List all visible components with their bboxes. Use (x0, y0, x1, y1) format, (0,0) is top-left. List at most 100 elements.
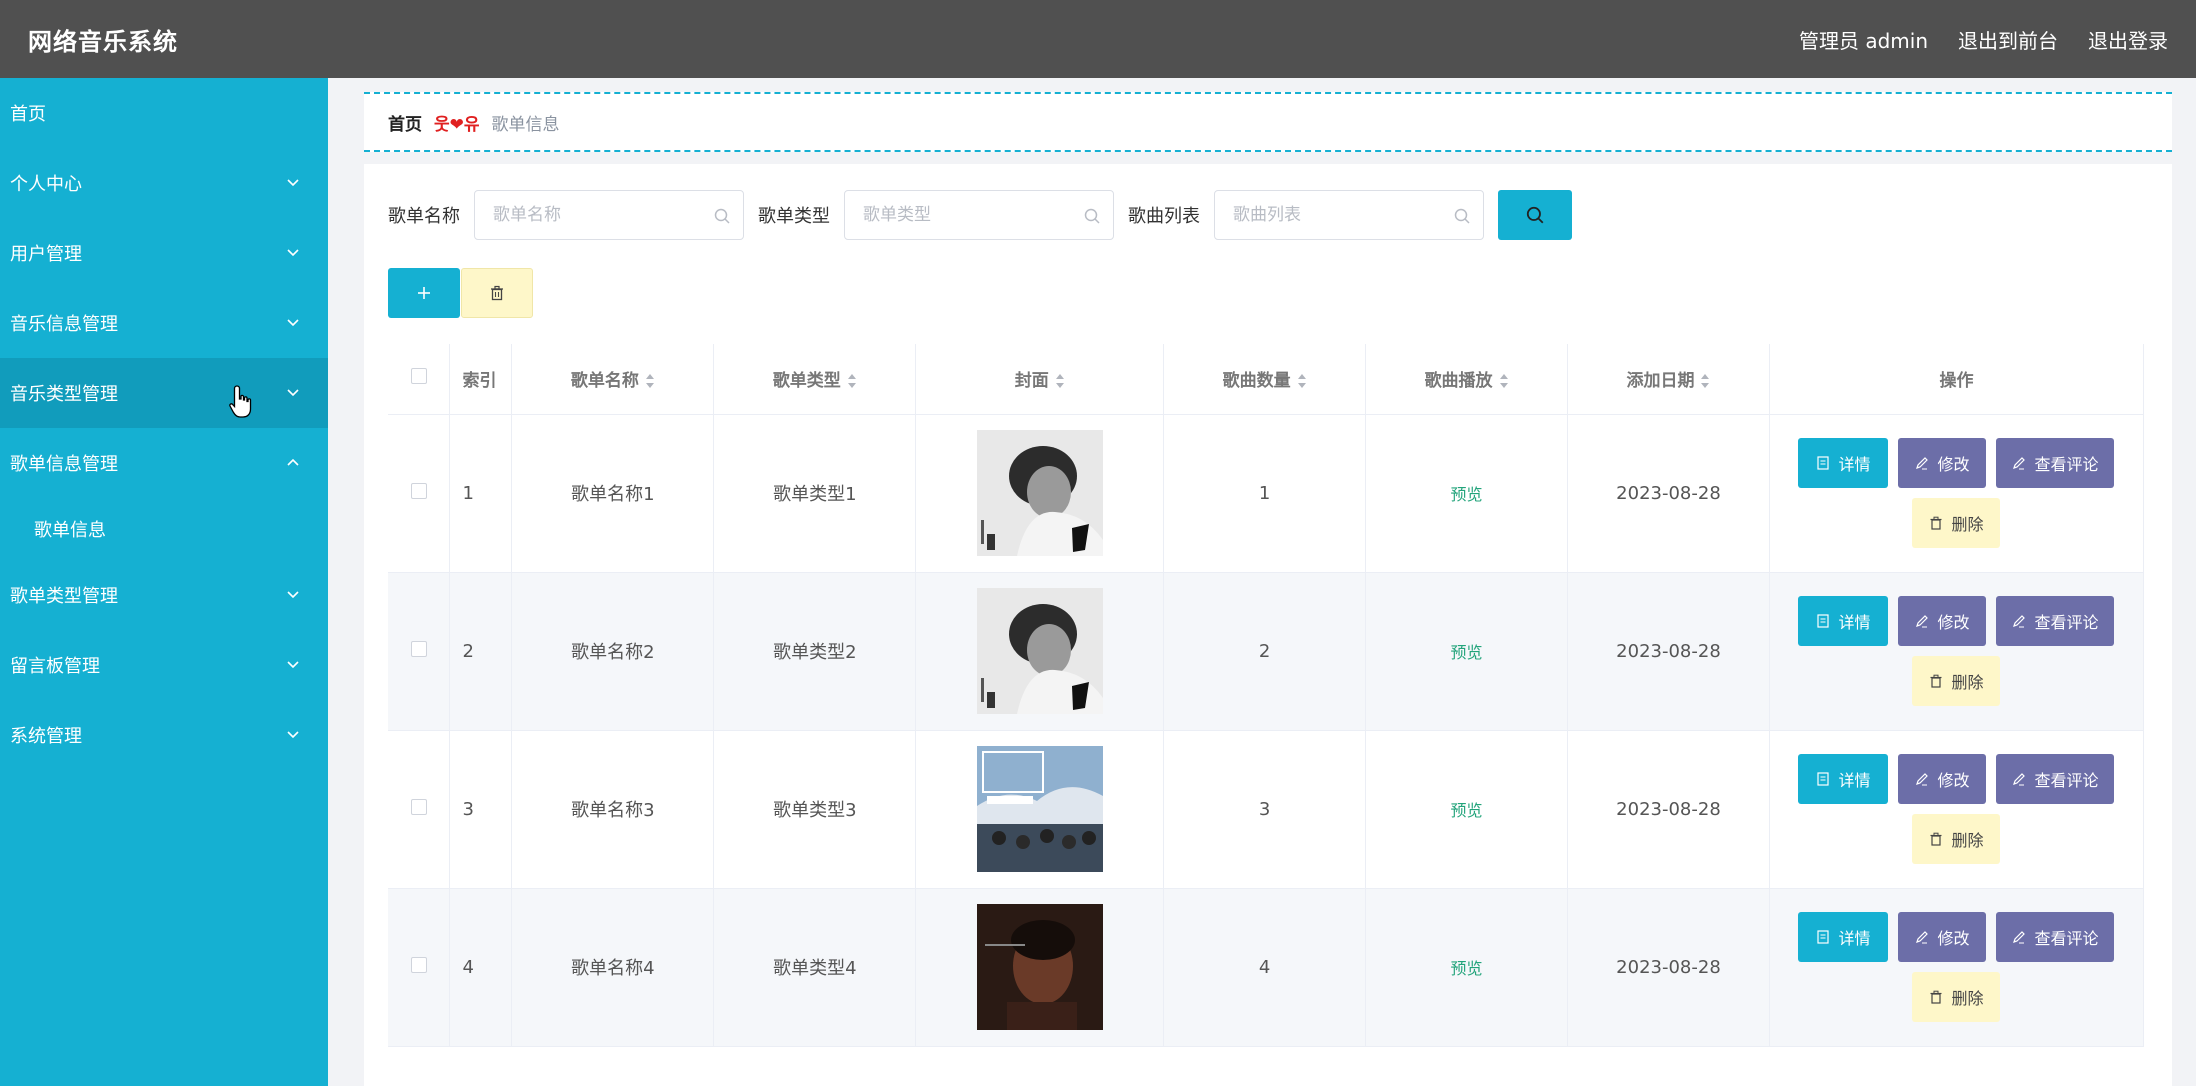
playlist-table: 索引 歌单名称 歌单类型 封面 歌曲数量 歌曲播放 添加日期 操作 1 歌单名称… (388, 344, 2145, 1047)
row-playlist-type: 歌单类型1 (713, 414, 917, 573)
breadcrumb: 首页 웃❤유 歌单信息 (364, 92, 2172, 152)
delete-label: 删除 (1951, 989, 1984, 1008)
chevron-down-icon (287, 179, 299, 187)
document-icon (1817, 930, 1830, 944)
sidebar-item-music-info[interactable]: 音乐信息管理 (0, 288, 328, 358)
sidebar-item-home[interactable]: 首页 (0, 78, 328, 148)
search-button[interactable] (1498, 190, 1572, 240)
edit-button[interactable]: 修改 (1898, 754, 1987, 804)
detail-button[interactable]: 详情 (1798, 754, 1889, 804)
add-button[interactable] (388, 268, 460, 318)
document-icon (1817, 772, 1830, 786)
column-title: 封面 (1014, 371, 1049, 392)
preview-link[interactable]: 预览 (1451, 643, 1483, 662)
sidebar-item-user-management[interactable]: 用户管理 (0, 218, 328, 288)
search-form: 歌单名称 歌单类型 歌曲列表 (388, 190, 1572, 240)
row-checkbox[interactable] (410, 798, 427, 815)
row-checkbox[interactable] (410, 640, 427, 657)
trash-icon (1930, 674, 1942, 688)
row-play-cell: 预览 (1365, 730, 1569, 889)
row-song-count: 4 (1163, 888, 1367, 1047)
sidebar-item-label: 音乐信息管理 (10, 314, 118, 335)
delete-label: 删除 (1951, 515, 1984, 534)
sort-icon (645, 374, 654, 389)
view-comments-button[interactable]: 查看评论 (1996, 438, 2115, 488)
detail-button[interactable]: 详情 (1798, 912, 1889, 962)
pencil-icon (1916, 457, 1929, 470)
edit-button[interactable]: 修改 (1898, 912, 1987, 962)
bulk-delete-button[interactable] (461, 268, 533, 318)
pencil-icon (1916, 773, 1929, 786)
top-bar: 网络音乐系统 管理员 admin 退出到前台 退出登录 (0, 0, 2196, 78)
edit-button[interactable]: 修改 (1898, 438, 1987, 488)
pencil-icon (1916, 615, 1929, 628)
row-select-cell (388, 572, 451, 731)
row-checkbox[interactable] (410, 482, 427, 499)
row-date: 2023-08-28 (1567, 888, 1770, 1047)
view-comments-button[interactable]: 查看评论 (1996, 912, 2115, 962)
view-comments-button[interactable]: 查看评论 (1996, 596, 2115, 646)
playlist-name-input[interactable] (475, 191, 743, 239)
delete-button[interactable]: 删除 (1912, 814, 2001, 864)
detail-label: 详情 (1838, 613, 1871, 632)
view-comments-label: 查看评论 (2034, 929, 2099, 948)
column-header-actions: 操作 (1769, 344, 2145, 415)
column-header-play[interactable]: 歌曲播放 (1365, 344, 1569, 415)
sort-icon (1701, 374, 1710, 389)
sidebar-subitem-playlist-info[interactable]: 歌单信息 (0, 498, 328, 560)
column-header-date[interactable]: 添加日期 (1567, 344, 1770, 415)
sidebar-item-playlist-info[interactable]: 歌单信息管理 (0, 428, 328, 498)
row-actions: 详情 修改 查看评论 删除 (1769, 572, 2145, 731)
sidebar-item-system[interactable]: 系统管理 (0, 700, 328, 770)
column-title: 歌曲数量 (1222, 371, 1291, 392)
row-playlist-type: 歌单类型3 (713, 730, 917, 889)
cover-image[interactable] (976, 904, 1103, 1030)
view-comments-label: 查看评论 (2034, 455, 2099, 474)
preview-link[interactable]: 预览 (1451, 801, 1483, 820)
row-cover-cell (915, 572, 1165, 731)
hand-cursor-icon (229, 385, 252, 418)
sidebar-item-music-type[interactable]: 音乐类型管理 (0, 358, 328, 428)
preview-link[interactable]: 预览 (1451, 485, 1483, 504)
select-all-checkbox[interactable] (410, 368, 427, 385)
sort-icon (1297, 374, 1306, 389)
row-select-cell (388, 888, 451, 1047)
sidebar-item-label: 首页 (10, 104, 46, 125)
exit-to-front-link[interactable]: 退出到前台 (1958, 25, 2058, 54)
playlist-type-input[interactable] (845, 191, 1113, 239)
row-song-count: 1 (1163, 414, 1367, 573)
preview-link[interactable]: 预览 (1451, 959, 1483, 978)
detail-button[interactable]: 详情 (1798, 596, 1889, 646)
row-checkbox[interactable] (410, 956, 427, 973)
logout-link[interactable]: 退出登录 (2088, 25, 2168, 54)
sidebar-item-personal-center[interactable]: 个人中心 (0, 148, 328, 218)
breadcrumb-home[interactable]: 首页 (388, 110, 422, 135)
column-header-cover[interactable]: 封面 (915, 344, 1165, 415)
admin-user-label[interactable]: 管理员 admin (1799, 25, 1928, 54)
detail-button[interactable]: 详情 (1798, 438, 1889, 488)
sidebar-item-message-board[interactable]: 留言板管理 (0, 630, 328, 700)
column-header-count[interactable]: 歌曲数量 (1163, 344, 1367, 415)
song-list-input[interactable] (1215, 191, 1483, 239)
trash-icon (1930, 832, 1942, 846)
cover-image[interactable] (976, 746, 1103, 872)
plus-icon (418, 287, 430, 299)
row-actions: 详情 修改 查看评论 删除 (1769, 730, 2145, 889)
delete-button[interactable]: 删除 (1912, 972, 2001, 1022)
trash-icon (491, 285, 503, 301)
column-header-name[interactable]: 歌单名称 (511, 344, 715, 415)
delete-button[interactable]: 删除 (1912, 656, 2001, 706)
sidebar-item-playlist-type[interactable]: 歌单类型管理 (0, 560, 328, 630)
action-bar (388, 268, 533, 318)
column-header-type[interactable]: 歌单类型 (713, 344, 917, 415)
chevron-down-icon (287, 249, 299, 257)
delete-button[interactable]: 删除 (1912, 498, 2001, 548)
sidebar-item-label: 系统管理 (10, 726, 82, 747)
edit-label: 修改 (1937, 771, 1970, 790)
song-list-field (1214, 190, 1484, 240)
edit-button[interactable]: 修改 (1898, 596, 1987, 646)
cover-image[interactable] (976, 588, 1103, 714)
table-row: 3 歌单名称3 歌单类型3 3 预览 2023-08-28 详情 修改 查看评论… (388, 730, 2145, 889)
view-comments-button[interactable]: 查看评论 (1996, 754, 2115, 804)
cover-image[interactable] (976, 430, 1103, 556)
